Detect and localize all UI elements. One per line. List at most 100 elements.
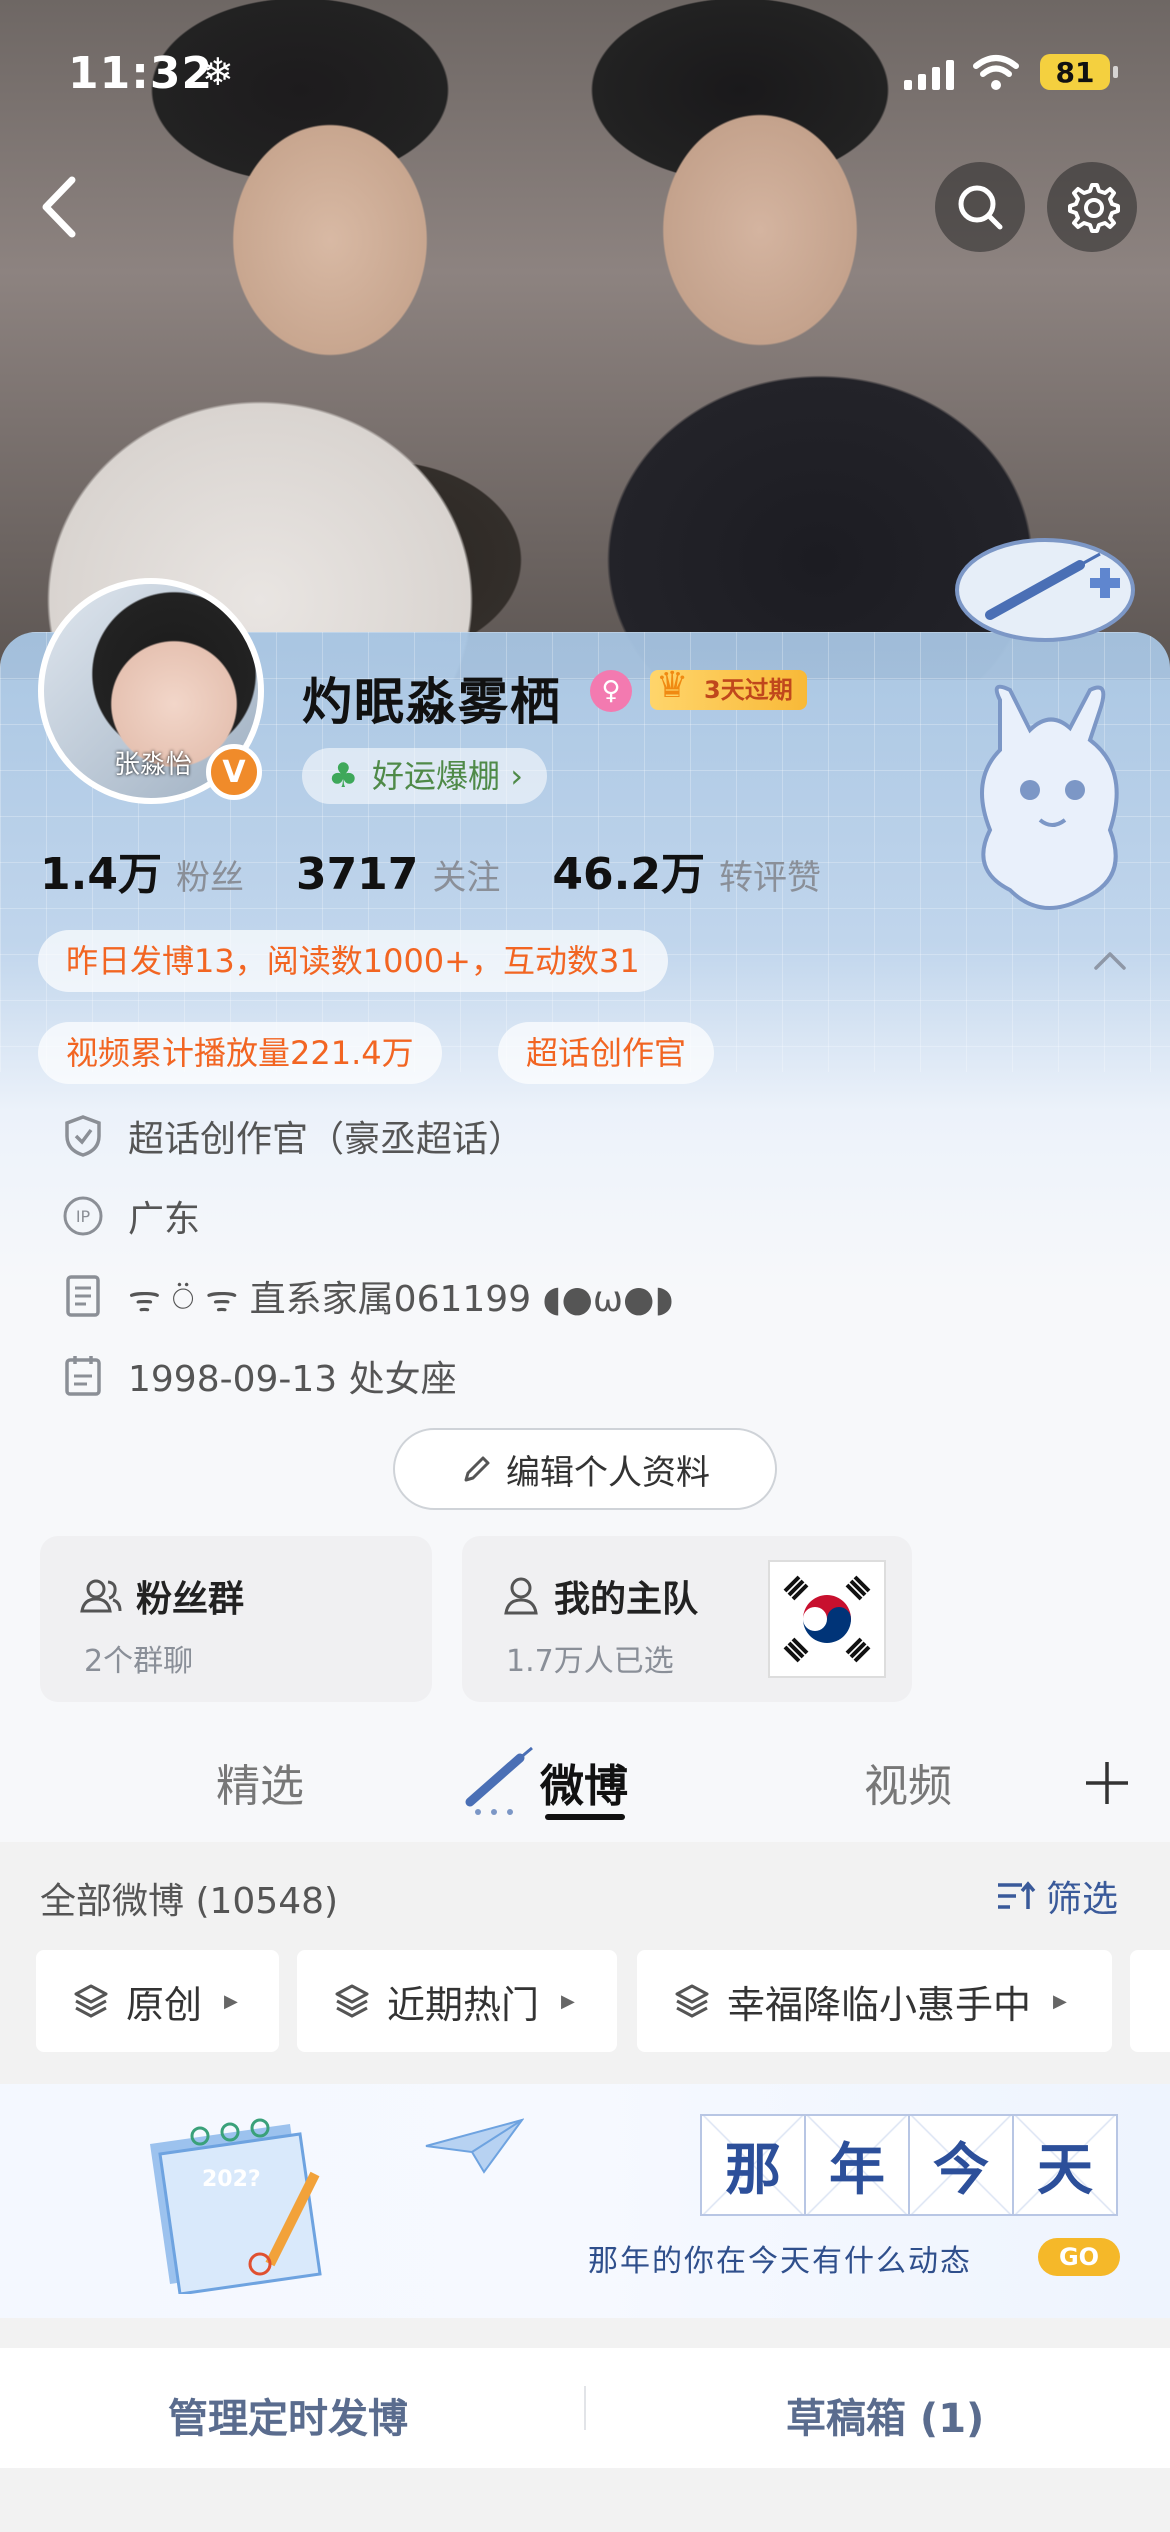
status-time: 11:32 — [68, 48, 214, 99]
weibo-list-header: 全部微博 (10548) 筛选 — [0, 1842, 1170, 1942]
category-pills: 原创 ▶ 近期热门 ▶ 幸福降临小惠手中 ▶ — [0, 1950, 1170, 2054]
my-team-card[interactable]: 我的主队 1.7万人已选 — [462, 1536, 912, 1702]
info-super-topic: 超话创作官（豪丞超话） — [60, 1110, 524, 1162]
search-button[interactable] — [935, 162, 1025, 252]
stat-followers[interactable]: 1.4万 粉丝 — [40, 838, 244, 902]
shield-icon — [60, 1113, 106, 1159]
pill-recent-hot[interactable]: 近期热门 ▶ — [297, 1950, 617, 2052]
settings-button[interactable] — [1047, 162, 1137, 252]
pill-label: 幸福降临小惠手中 — [727, 1982, 1032, 2027]
caret-right-icon: ▶ — [224, 1990, 238, 2012]
weibo-count-title: 全部微博 (10548) — [40, 1881, 339, 1922]
search-icon — [958, 185, 1003, 230]
vip-expiry-label: 3天过期 — [704, 676, 793, 704]
layers-icon — [74, 1984, 108, 2018]
divider — [584, 2386, 586, 2430]
fans-group-sub: 2个群聊 — [84, 1644, 194, 1679]
my-team-title: 我的主队 — [502, 1570, 698, 1622]
title-char: 天 — [1012, 2114, 1118, 2216]
info-birthday-text: 1998-09-13 处女座 — [128, 1359, 457, 1400]
video-plays-chip[interactable]: 视频累计播放量221.4万 — [38, 1022, 442, 1084]
pencil-icon — [464, 1456, 490, 1482]
luck-chip[interactable]: ♣ 好运爆棚 › — [302, 748, 547, 804]
pill-more[interactable] — [1130, 1950, 1170, 2052]
stat-label: 粉丝 — [175, 858, 244, 898]
info-birthday: 1998-09-13 处女座 — [60, 1350, 457, 1402]
on-this-day-banner[interactable]: 202? 那 年 今 天 那年的你在今天有什么动态 GO — [0, 2084, 1170, 2318]
luck-chip-label: 好运爆棚 — [372, 757, 501, 795]
on-this-day-title: 那 年 今 天 — [700, 2114, 1118, 2216]
title-char: 年 — [804, 2114, 910, 2216]
pill-happiness[interactable]: 幸福降临小惠手中 ▶ — [637, 1950, 1112, 2052]
edit-profile-label: 编辑个人资料 — [506, 1452, 710, 1493]
caret-right-icon: ▶ — [1053, 1990, 1067, 2012]
document-icon — [60, 1273, 106, 1319]
stat-value: 46.2万 — [552, 849, 705, 900]
info-bio-text: ᯤ ⍥ ᯤ 直系家属061199 ◖●ω●◗ — [128, 1279, 674, 1320]
yesterday-summary-chip[interactable]: 昨日发博13，阅读数1000+，互动数31 — [38, 930, 668, 992]
pill-label: 原创 — [126, 1982, 203, 2027]
info-ip-text: 广东 — [128, 1199, 201, 1240]
caret-right-icon: ▶ — [561, 1990, 575, 2012]
stat-reposts-comments-likes[interactable]: 46.2万 转评赞 — [552, 838, 821, 902]
tab-featured[interactable]: 精选 — [216, 1750, 304, 1814]
calendar-year: 202? — [202, 2167, 261, 2192]
info-ip: IP 广东 — [60, 1190, 200, 1242]
bottom-action-bar: 管理定时发博 草稿箱 (1) — [0, 2348, 1170, 2468]
chevron-up-icon[interactable] — [1088, 940, 1132, 984]
super-topic-chip[interactable]: 超话创作官 — [498, 1022, 715, 1084]
profile-tabs: 精选 微博 视频 — [0, 1720, 1170, 1842]
person-badge-icon — [504, 1577, 538, 1615]
back-chevron-left-icon[interactable] — [30, 172, 90, 242]
group-icon — [80, 1579, 122, 1613]
my-team-label: 我的主队 — [554, 1579, 699, 1620]
battery-indicator: 81 — [1040, 54, 1118, 90]
tab-video[interactable]: 视频 — [864, 1750, 952, 1814]
calendar-icon — [60, 1353, 106, 1399]
stat-label: 转评赞 — [718, 858, 821, 898]
tab-weibo[interactable]: 微博 — [540, 1750, 628, 1814]
chevron-right-icon: › — [510, 757, 523, 795]
my-team-sub: 1.7万人已选 — [506, 1644, 674, 1679]
wifi-icon — [973, 55, 1019, 90]
cellular-signal-icon — [904, 58, 954, 90]
fans-group-card[interactable]: 粉丝群 2个群聊 — [40, 1536, 432, 1702]
drafts-button[interactable]: 草稿箱 (1) — [786, 2386, 984, 2444]
title-char: 今 — [908, 2114, 1014, 2216]
paper-plane-icon — [425, 2118, 524, 2174]
filter-sort-icon — [998, 1881, 1036, 1909]
stat-following[interactable]: 3717 关注 — [296, 849, 500, 900]
info-bio: ᯤ ⍥ ᯤ 直系家属061199 ◖●ω●◗ — [60, 1270, 673, 1322]
filter-button[interactable]: 筛选 — [996, 1870, 1118, 1922]
title-char: 那 — [700, 2114, 806, 2216]
vip-badge[interactable]: ♛ 3天过期 — [650, 666, 807, 710]
filter-label: 筛选 — [1046, 1879, 1119, 1920]
clover-icon: ♣ — [328, 756, 359, 796]
stat-value: 1.4万 — [40, 849, 162, 900]
stat-label: 关注 — [432, 858, 501, 898]
fans-group-label: 粉丝群 — [136, 1579, 245, 1620]
bunny-sticker-icon — [980, 684, 1119, 910]
korea-flag-icon — [768, 1560, 886, 1678]
status-bar: 11:32 ❄ 81 — [0, 0, 1170, 140]
username: 灼眠淼雾栖 — [302, 673, 562, 731]
gear-icon — [1068, 183, 1120, 233]
go-button[interactable]: GO — [1038, 2238, 1120, 2276]
svg-text:IP: IP — [76, 1207, 91, 1226]
edit-profile-button[interactable]: 编辑个人资料 — [393, 1428, 777, 1510]
syringe-sticker-icon — [955, 538, 1135, 642]
avatar-caption: 张淼怡 — [114, 750, 193, 780]
pill-label: 近期热门 — [387, 1982, 540, 2027]
ip-icon: IP — [60, 1193, 106, 1239]
stat-value: 3717 — [295, 849, 419, 900]
layers-icon — [675, 1984, 709, 2018]
scheduled-posts-button[interactable]: 管理定时发博 — [168, 2386, 408, 2444]
pill-original[interactable]: 原创 ▶ — [36, 1950, 279, 2052]
verified-badge-icon: V — [206, 744, 262, 800]
plus-icon[interactable] — [1082, 1758, 1132, 1808]
crown-icon: ♛ — [656, 665, 689, 706]
snowflake-icon: ❄ — [202, 50, 234, 94]
tab-active-indicator — [545, 1814, 625, 1820]
on-this-day-subtitle: 那年的你在今天有什么动态 — [588, 2244, 972, 2279]
profile-stats: 1.4万 粉丝 3717 关注 46.2万 转评赞 — [40, 838, 873, 902]
